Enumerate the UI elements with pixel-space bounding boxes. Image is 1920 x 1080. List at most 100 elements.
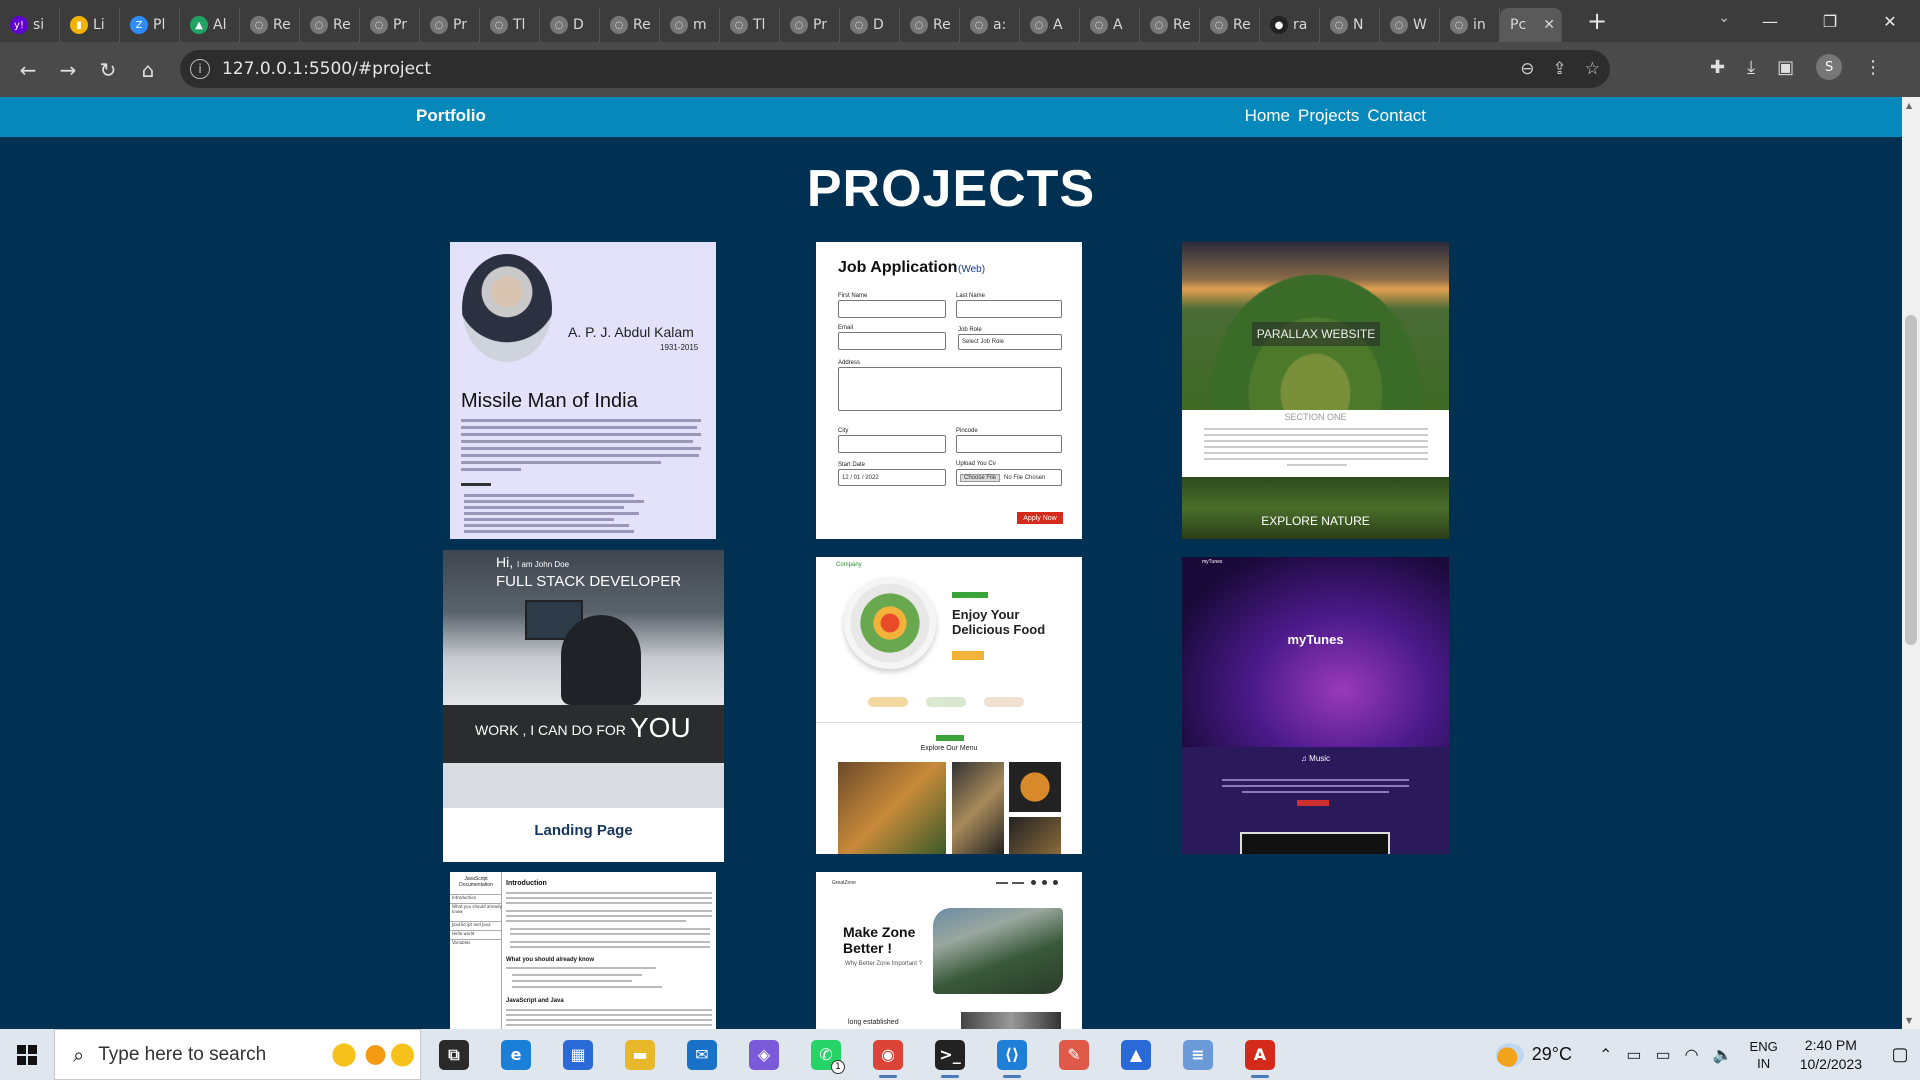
pincode-field[interactable]: [956, 435, 1062, 453]
taskbar-app-whatsapp[interactable]: ✆ 1: [795, 1029, 857, 1080]
home-button[interactable]: ⌂: [128, 58, 168, 82]
reload-button[interactable]: ↻: [88, 58, 128, 82]
docs-nav-item[interactable]: JavaScript and Java: [450, 921, 502, 930]
browser-tab[interactable]: ◌ A: [1080, 8, 1140, 42]
notification-icon[interactable]: ▢: [1880, 1044, 1920, 1065]
taskbar-app-task-view[interactable]: ⧉: [423, 1029, 485, 1080]
close-window-button[interactable]: ✕: [1860, 12, 1920, 31]
project-card-parallax[interactable]: PARALLAX WEBSITE SECTION ONE EXPLORE NAT…: [1182, 242, 1449, 539]
browser-tab[interactable]: y! si: [0, 8, 60, 42]
wifi-icon[interactable]: ◠: [1685, 1045, 1699, 1065]
restore-button[interactable]: ❐: [1800, 12, 1860, 31]
taskbar-app-terminal[interactable]: >_: [919, 1029, 981, 1080]
choose-file-button[interactable]: Choose File: [960, 473, 1001, 482]
cv-upload-field[interactable]: Choose File No File Chosen: [956, 469, 1062, 486]
scrollbar-thumb[interactable]: [1905, 315, 1917, 645]
taskbar-app-chrome[interactable]: ◉: [857, 1029, 919, 1080]
browser-tab[interactable]: ◌ Pr: [420, 8, 480, 42]
share-icon[interactable]: ⇪: [1553, 59, 1567, 79]
forward-button[interactable]: →: [48, 58, 88, 82]
page-scrollbar[interactable]: ▲ ▼: [1902, 97, 1920, 1029]
browser-tab[interactable]: Z Pl: [120, 8, 180, 42]
site-brand[interactable]: Portfolio: [416, 106, 486, 126]
scroll-up-icon[interactable]: ▲: [1906, 101, 1912, 110]
address-bar[interactable]: i 127.0.0.1:5500/#project ⊖ ⇪ ☆: [180, 50, 1610, 88]
apply-now-button[interactable]: Apply Now: [1017, 512, 1063, 524]
meet-icon[interactable]: ▭: [1626, 1045, 1641, 1065]
start-button[interactable]: [0, 1029, 54, 1080]
browser-tab[interactable]: ◌ W: [1380, 8, 1440, 42]
project-card-mytunes[interactable]: myTunes myTunes ♫ Music: [1182, 557, 1449, 854]
project-card-food[interactable]: Company Enjoy Your Delicious Food Explor…: [816, 557, 1082, 854]
start-date-field[interactable]: 12 / 01 / 2022: [838, 469, 946, 486]
browser-tab[interactable]: ▲ Al: [180, 8, 240, 42]
browser-tab[interactable]: ◌ m: [660, 8, 720, 42]
browser-tab[interactable]: ◌ Tl: [480, 8, 540, 42]
docs-nav-item[interactable]: Hello world: [450, 930, 502, 939]
project-card-job-application[interactable]: Job Application (Web) First Name Last Na…: [816, 242, 1082, 539]
tab-search-icon[interactable]: ⌄: [1718, 10, 1730, 26]
address-textarea[interactable]: [838, 367, 1062, 411]
browser-tab[interactable]: ▮ Li: [60, 8, 120, 42]
weather-widget[interactable]: 29°C: [1495, 1042, 1572, 1067]
browser-menu-icon[interactable]: ⋮: [1864, 57, 1882, 78]
job-role-select[interactable]: Select Job Role: [958, 334, 1062, 350]
url-text[interactable]: 127.0.0.1:5500/#project: [222, 59, 431, 79]
browser-tab[interactable]: ◌ Re: [1200, 8, 1260, 42]
taskbar-app-store[interactable]: ▦: [547, 1029, 609, 1080]
city-field[interactable]: [838, 435, 946, 453]
taskbar-app-edge[interactable]: e: [485, 1029, 547, 1080]
browser-tab[interactable]: ◌ a:: [960, 8, 1020, 42]
browser-tab[interactable]: ◌ Pr: [360, 8, 420, 42]
new-tab-button[interactable]: +: [1582, 7, 1612, 35]
close-tab-icon[interactable]: ✕: [1543, 17, 1555, 33]
side-panel-icon[interactable]: ▣: [1777, 57, 1794, 78]
browser-tab[interactable]: ◌ Re: [300, 8, 360, 42]
browser-tab[interactable]: ◌ in: [1440, 8, 1500, 42]
back-button[interactable]: ←: [8, 58, 48, 82]
downloads-icon[interactable]: ⤓: [1747, 57, 1755, 78]
taskbar-app-copilot[interactable]: ◈: [733, 1029, 795, 1080]
taskbar-app-vscode[interactable]: ⟨⟩: [981, 1029, 1043, 1080]
project-card-js-docs[interactable]: JavaScript Documentation Introduction Wh…: [450, 872, 716, 1029]
browser-tab[interactable]: ◌ Re: [240, 8, 300, 42]
zoom-icon[interactable]: ⊖: [1520, 59, 1534, 79]
taskbar-app-notepad[interactable]: ≡: [1167, 1029, 1229, 1080]
bookmark-star-icon[interactable]: ☆: [1585, 59, 1600, 79]
browser-tab[interactable]: ◌ Tl: [720, 8, 780, 42]
last-name-field[interactable]: [956, 300, 1062, 318]
browser-tab[interactable]: ◌ D: [840, 8, 900, 42]
browser-tab[interactable]: ◌ Re: [900, 8, 960, 42]
volume-icon[interactable]: 🔈: [1713, 1045, 1733, 1065]
browser-tab-active[interactable]: Pc ✕: [1500, 8, 1562, 42]
minimize-button[interactable]: —: [1740, 12, 1800, 31]
mytunes-cta-button[interactable]: [1297, 800, 1329, 806]
clock[interactable]: 2:40 PM 10/2/2023: [1800, 1036, 1862, 1074]
project-card-greatzone[interactable]: GreatZone Make Zone Better ! Why Better …: [816, 872, 1082, 1029]
show-hidden-icons-icon[interactable]: ⌃: [1599, 1045, 1612, 1065]
food-order-button[interactable]: [952, 651, 984, 660]
docs-nav-item[interactable]: Variables: [450, 939, 502, 948]
taskbar-app-photos[interactable]: ▲: [1105, 1029, 1167, 1080]
project-card-landing-page[interactable]: Hi, I am John Doe FULL STACK DEVELOPER W…: [443, 550, 724, 862]
browser-tab[interactable]: ◌ A: [1020, 8, 1080, 42]
first-name-field[interactable]: [838, 300, 946, 318]
extensions-icon[interactable]: ✚: [1710, 57, 1725, 78]
nav-link-projects[interactable]: Projects: [1298, 106, 1359, 126]
taskbar-app-paint[interactable]: ✎: [1043, 1029, 1105, 1080]
browser-tab[interactable]: ◌ Re: [600, 8, 660, 42]
nav-link-home[interactable]: Home: [1245, 106, 1290, 126]
scroll-down-icon[interactable]: ▼: [1906, 1016, 1912, 1025]
nav-link-contact[interactable]: Contact: [1367, 106, 1426, 126]
site-info-icon[interactable]: i: [190, 59, 210, 79]
taskbar-search[interactable]: ⌕ Type here to search: [54, 1029, 421, 1080]
language-indicator[interactable]: ENG IN: [1750, 1038, 1778, 1072]
docs-nav-item[interactable]: What you should already know: [450, 903, 502, 921]
browser-tab[interactable]: ◌ N: [1320, 8, 1380, 42]
browser-tab[interactable]: ◌ Pr: [780, 8, 840, 42]
docs-nav-item[interactable]: Introduction: [450, 894, 502, 903]
email-field[interactable]: [838, 332, 946, 350]
browser-tab[interactable]: ● ra: [1260, 8, 1320, 42]
taskbar-app-acrobat[interactable]: A: [1229, 1029, 1291, 1080]
landing-page-label[interactable]: Landing Page: [443, 822, 724, 839]
